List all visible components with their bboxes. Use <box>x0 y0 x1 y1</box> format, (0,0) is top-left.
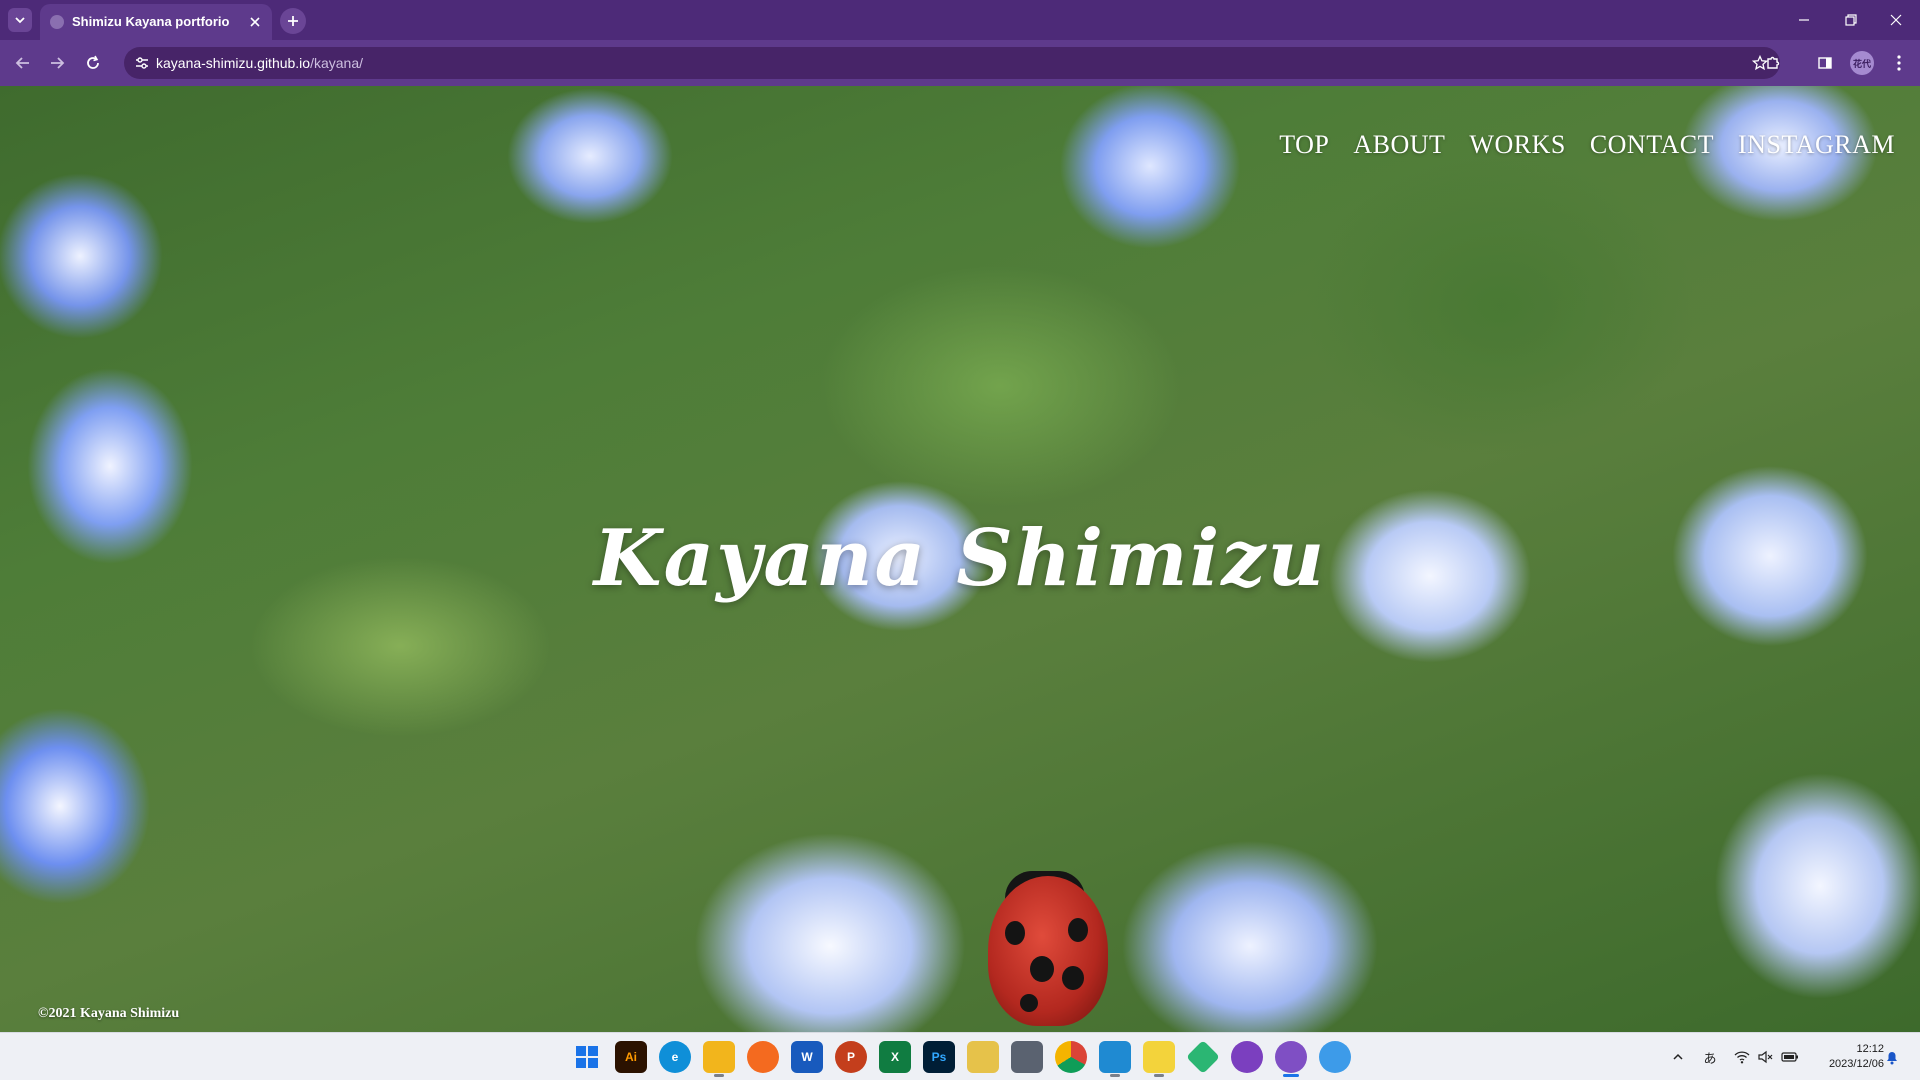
minimize-button[interactable] <box>1792 8 1816 32</box>
globe-icon <box>50 15 64 29</box>
tab-search-button[interactable] <box>8 8 32 32</box>
arrow-left-icon <box>15 57 29 69</box>
browser-toolbar: kayana-shimizu.github.io/kayana/ 花代 <box>0 40 1920 86</box>
tab-active[interactable]: Shimizu Kayana portforio <box>40 4 272 40</box>
system-clock[interactable]: 12:12 2023/12/06 <box>1812 1042 1884 1072</box>
restore-icon <box>1845 14 1857 26</box>
sticky-notes-icon[interactable] <box>1143 1041 1175 1077</box>
tune-icon <box>136 57 148 69</box>
running-indicator <box>1154 1074 1164 1077</box>
side-panel-icon <box>1818 57 1832 69</box>
site-nav: TOP ABOUT WORKS CONTACT INSTAGRAM <box>1279 130 1895 160</box>
app-blue-icon[interactable] <box>1319 1041 1351 1073</box>
chrome-profile-icon[interactable] <box>1275 1041 1307 1077</box>
github-desktop-icon[interactable] <box>1231 1041 1263 1073</box>
start-button[interactable] <box>571 1041 603 1073</box>
paint-icon[interactable] <box>967 1041 999 1073</box>
reload-button[interactable] <box>80 50 106 76</box>
windows-taskbar: Ai e W P X Ps あ 12:12 2023/12/06 <box>0 1032 1920 1080</box>
tab-strip: Shimizu Kayana portforio <box>0 0 1920 40</box>
battery-icon[interactable] <box>1780 1047 1800 1067</box>
chrome-icon[interactable] <box>1055 1041 1087 1073</box>
wifi-icon <box>1734 1051 1750 1064</box>
notifications-button[interactable] <box>1882 1047 1902 1067</box>
file-explorer-icon[interactable] <box>703 1041 735 1077</box>
browser-chrome: Shimizu Kayana portforio kayana-shimizu.… <box>0 0 1920 86</box>
page-viewport: TOP ABOUT WORKS CONTACT INSTAGRAM Kayana… <box>0 86 1920 1032</box>
volume-muted-icon[interactable] <box>1756 1047 1776 1067</box>
excel-icon[interactable]: X <box>879 1041 911 1073</box>
tray-overflow-button[interactable] <box>1668 1047 1688 1067</box>
clock-time: 12:12 <box>1856 1043 1884 1055</box>
calculator-icon[interactable] <box>1011 1041 1043 1073</box>
battery-icon <box>1781 1052 1798 1062</box>
browser-menu-button[interactable] <box>1886 50 1912 76</box>
ladybug-spot <box>1020 994 1038 1012</box>
more-vertical-icon <box>1897 55 1901 71</box>
clock-date: 2023/12/06 <box>1828 1058 1884 1070</box>
url-host: kayana-shimizu.github.io <box>156 55 311 71</box>
url-path: /kayana/ <box>310 55 364 71</box>
copyright-text: ©2021 Kayana Shimizu <box>38 1006 180 1021</box>
volume-muted-icon <box>1758 1050 1773 1064</box>
close-window-button[interactable] <box>1884 8 1908 32</box>
windows-start-icon <box>576 1046 598 1068</box>
nav-link-works[interactable]: WORKS <box>1469 130 1565 160</box>
puzzle-icon <box>1767 56 1780 69</box>
reload-icon <box>87 55 99 69</box>
ladybug-spot <box>1005 921 1025 945</box>
extensions-button[interactable] <box>1760 50 1786 76</box>
photoshop-icon[interactable]: Ps <box>923 1041 955 1073</box>
app-green-icon[interactable] <box>1186 1040 1220 1074</box>
profile-avatar[interactable]: 花代 <box>1850 51 1874 75</box>
restore-button[interactable] <box>1839 8 1863 32</box>
running-indicator <box>714 1074 724 1077</box>
bell-icon <box>1887 1052 1897 1065</box>
address-bar[interactable]: kayana-shimizu.github.io/kayana/ <box>124 47 1780 79</box>
arrow-right-icon <box>51 57 65 69</box>
powerpoint-icon[interactable]: P <box>835 1041 867 1073</box>
vscode-icon[interactable] <box>1099 1041 1131 1077</box>
running-indicator <box>1110 1074 1120 1077</box>
edge-icon[interactable]: e <box>659 1041 691 1073</box>
illustrator-icon[interactable]: Ai <box>615 1041 647 1073</box>
new-tab-button[interactable] <box>280 8 306 34</box>
minimize-icon <box>1799 19 1809 21</box>
ime-indicator[interactable]: あ <box>1700 1047 1720 1067</box>
tab-close-button[interactable] <box>246 13 264 31</box>
nav-link-about[interactable]: ABOUT <box>1353 130 1445 160</box>
word-icon[interactable]: W <box>791 1041 823 1073</box>
side-panel-button[interactable] <box>1812 50 1838 76</box>
ladybug-image <box>988 876 1108 1026</box>
hero-title: Kayana Shimizu <box>593 513 1327 604</box>
active-indicator <box>1283 1074 1299 1077</box>
site-info-button[interactable] <box>132 53 152 73</box>
ladybug-spot <box>1030 956 1054 982</box>
tab-title: Shimizu Kayana portforio <box>72 14 230 29</box>
nav-link-top[interactable]: TOP <box>1279 130 1329 160</box>
close-icon <box>250 17 260 27</box>
url-text: kayana-shimizu.github.io/kayana/ <box>156 55 363 71</box>
firefox-icon[interactable] <box>747 1041 779 1073</box>
ladybug-spot <box>1068 918 1088 942</box>
nav-link-instagram[interactable]: INSTAGRAM <box>1738 130 1895 160</box>
forward-button[interactable] <box>44 50 70 76</box>
back-button[interactable] <box>10 50 36 76</box>
plus-icon <box>288 16 298 26</box>
chevron-up-icon <box>1673 1053 1683 1060</box>
chevron-down-icon <box>15 17 25 24</box>
ladybug-spot <box>1062 966 1084 990</box>
wifi-icon[interactable] <box>1732 1047 1752 1067</box>
close-icon <box>1890 14 1902 26</box>
nav-link-contact[interactable]: CONTACT <box>1590 130 1714 160</box>
